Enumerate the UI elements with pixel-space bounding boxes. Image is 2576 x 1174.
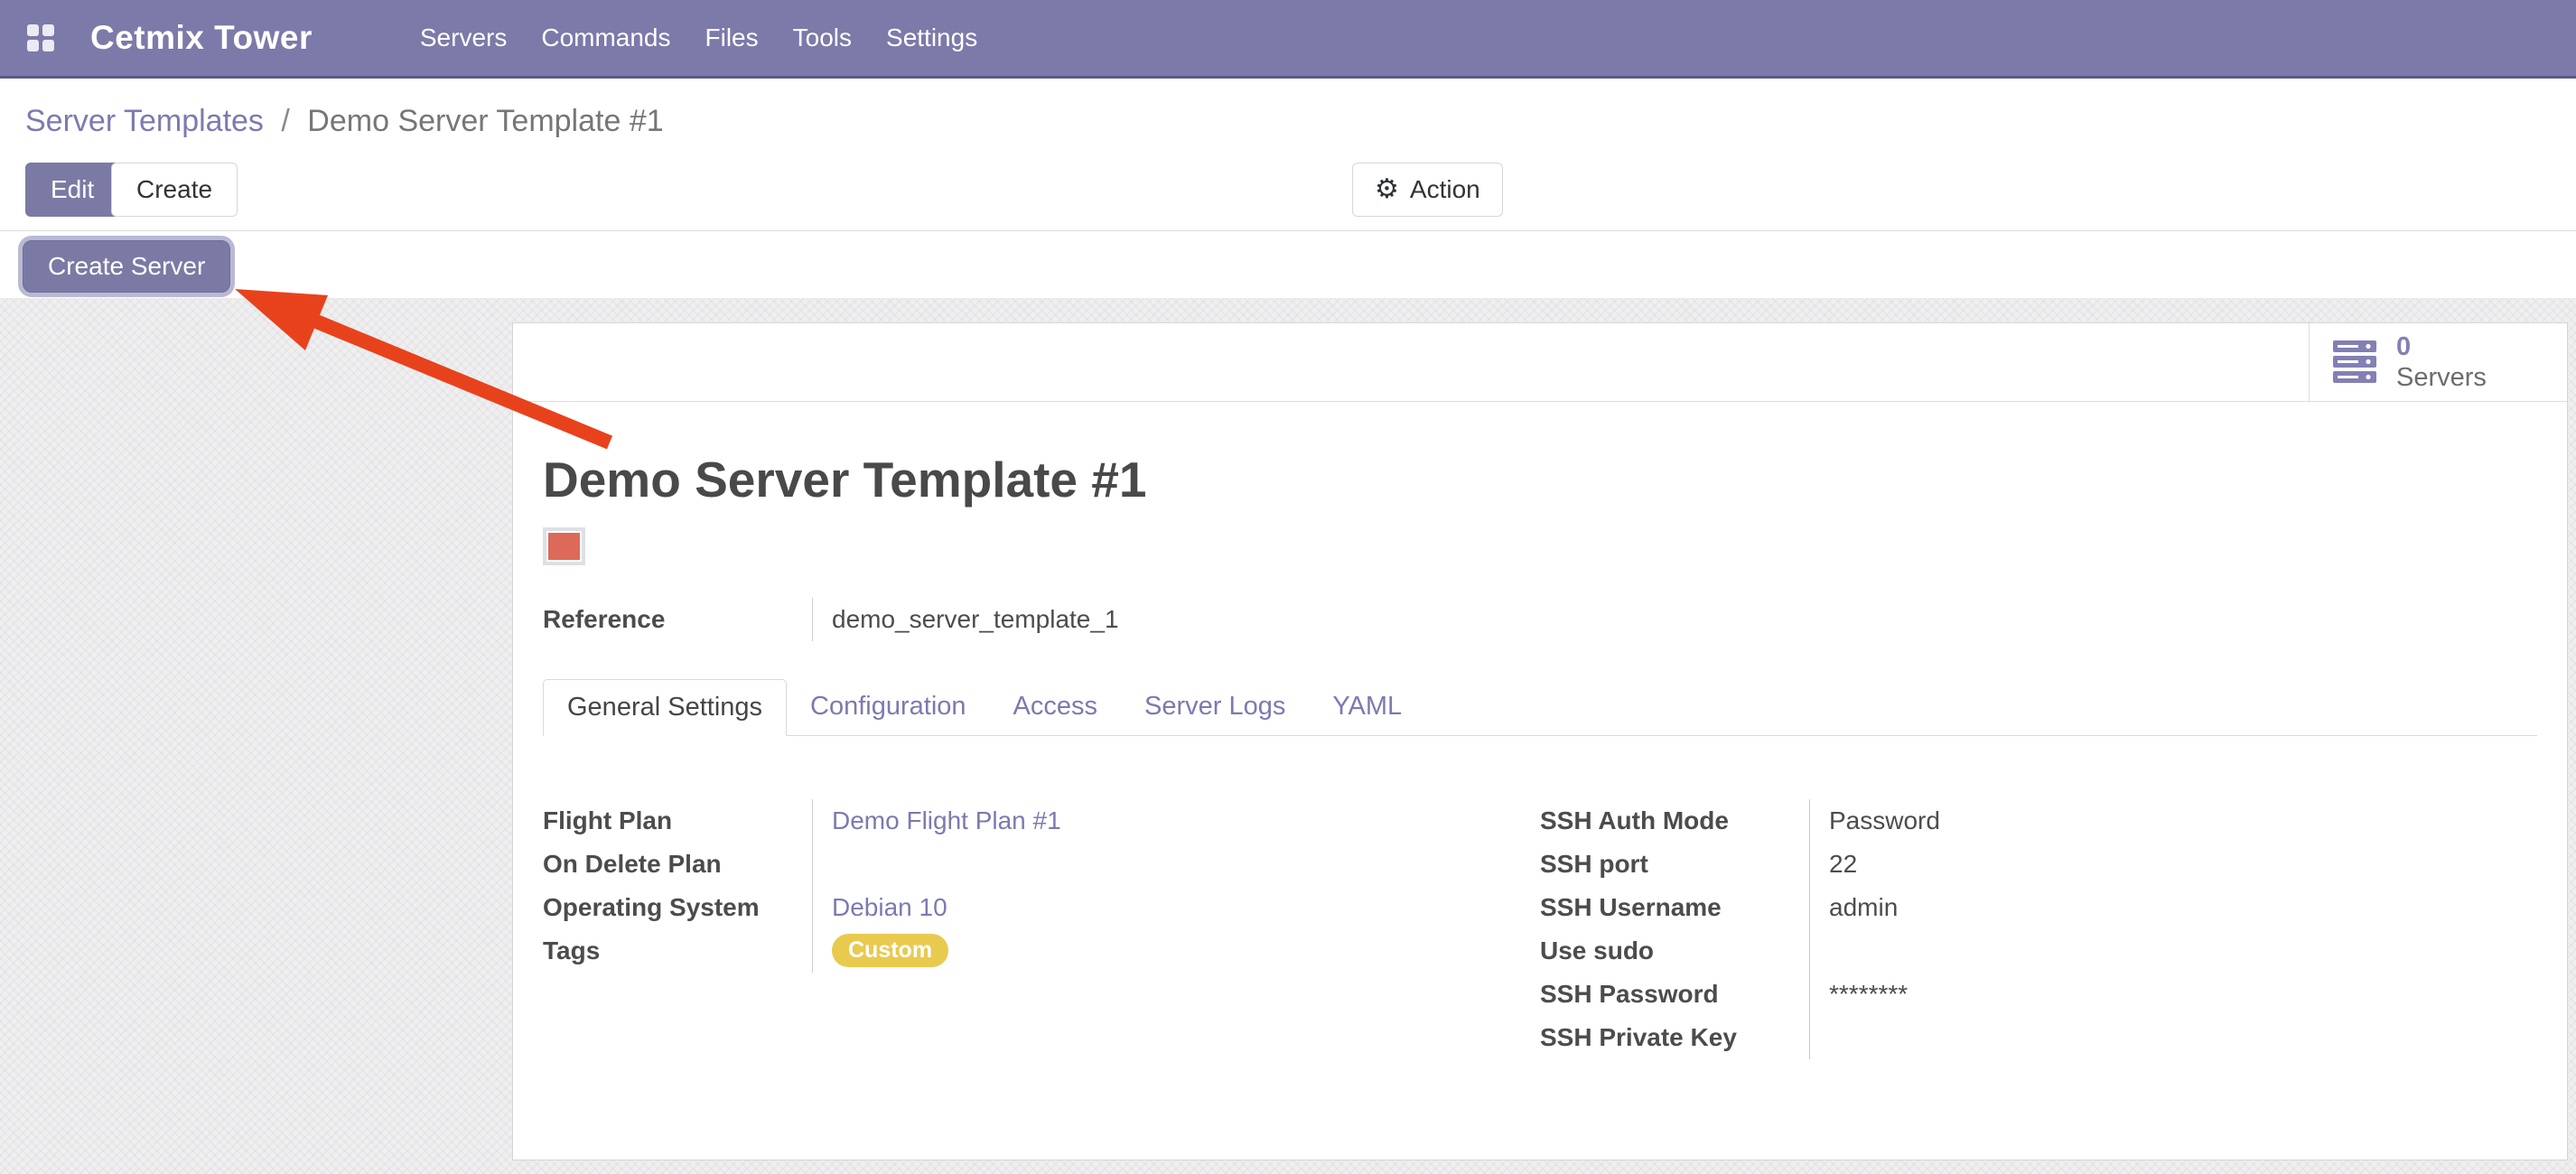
ssh-port-label: SSH port — [1540, 843, 1809, 886]
notebook-tabs: General Settings Configuration Access Se… — [543, 679, 2537, 736]
field-group-left: Flight Plan Demo Flight Plan #1 On Delet… — [543, 799, 1540, 1059]
operating-system-label: Operating System — [543, 886, 812, 929]
tab-yaml[interactable]: YAML — [1309, 679, 1425, 735]
record-color-swatch-fill — [548, 533, 580, 560]
field-row-ssh-private-key: SSH Private Key — [1540, 1016, 2537, 1059]
menu-servers[interactable]: Servers — [403, 0, 524, 76]
ssh-username-label: SSH Username — [1540, 886, 1809, 929]
create-button[interactable]: Create — [111, 163, 238, 217]
form-card-header: 0 Servers — [513, 323, 2567, 402]
field-row-ssh-password: SSH Password ******** — [1540, 973, 2537, 1016]
field-row-ssh-auth-mode: SSH Auth Mode Password — [1540, 799, 2537, 843]
top-navbar: Cetmix Tower Servers Commands Files Tool… — [0, 0, 2576, 79]
edit-button[interactable]: Edit — [25, 163, 119, 217]
field-row-operating-system: Operating System Debian 10 — [543, 886, 1540, 929]
servers-count: 0 — [2396, 331, 2487, 362]
field-row-ssh-username: SSH Username admin — [1540, 886, 2537, 929]
reference-field-row: Reference demo_server_template_1 — [543, 598, 2537, 641]
field-row-on-delete-plan: On Delete Plan — [543, 843, 1540, 886]
ssh-username-value: admin — [1809, 886, 2537, 929]
flight-plan-label: Flight Plan — [543, 799, 812, 843]
apps-grid-icon[interactable] — [27, 24, 54, 51]
tab-access[interactable]: Access — [990, 679, 1121, 735]
ssh-password-value: ******** — [1809, 973, 2537, 1016]
field-row-tags: Tags Custom — [543, 929, 1540, 973]
stat-texts: 0 Servers — [2396, 331, 2487, 393]
operating-system-value-link[interactable]: Debian 10 — [832, 893, 947, 922]
breadcrumb-current-record: Demo Server Template #1 — [307, 104, 663, 138]
ssh-auth-mode-value: Password — [1809, 799, 2537, 843]
menu-tools[interactable]: Tools — [776, 0, 869, 76]
on-delete-plan-value — [812, 843, 1540, 886]
servers-stack-icon — [2333, 340, 2378, 384]
brand-title[interactable]: Cetmix Tower — [90, 19, 313, 57]
record-title: Demo Server Template #1 — [543, 452, 2537, 508]
breadcrumb: Server Templates / Demo Server Template … — [25, 104, 664, 139]
field-row-use-sudo: Use sudo — [1540, 929, 2537, 973]
field-group-right: SSH Auth Mode Password SSH port 22 SSH U… — [1540, 799, 2537, 1059]
menu-files[interactable]: Files — [688, 0, 776, 76]
flight-plan-value-link[interactable]: Demo Flight Plan #1 — [832, 806, 1061, 835]
general-settings-fields: Flight Plan Demo Flight Plan #1 On Delet… — [543, 799, 2537, 1059]
action-button[interactable]: ⚙ Action — [1352, 163, 1503, 217]
ssh-private-key-value — [1809, 1016, 2537, 1059]
record-color-swatch — [543, 527, 585, 565]
servers-count-label: Servers — [2396, 362, 2487, 393]
field-row-flight-plan: Flight Plan Demo Flight Plan #1 — [543, 799, 1540, 843]
reference-value: demo_server_template_1 — [812, 598, 2537, 641]
navbar-menu: Servers Commands Files Tools Settings — [403, 0, 994, 76]
menu-commands[interactable]: Commands — [524, 0, 687, 76]
ssh-port-value: 22 — [1809, 843, 2537, 886]
create-server-button[interactable]: Create Server — [23, 240, 230, 293]
breadcrumb-server-templates[interactable]: Server Templates — [25, 104, 264, 138]
form-card: 0 Servers Demo Server Template #1 Refere… — [512, 322, 2568, 1160]
field-row-ssh-port: SSH port 22 — [1540, 843, 2537, 886]
tab-general-settings[interactable]: General Settings — [543, 679, 787, 736]
tags-label: Tags — [543, 929, 812, 973]
ssh-auth-mode-label: SSH Auth Mode — [1540, 799, 1809, 843]
ssh-password-label: SSH Password — [1540, 973, 1809, 1016]
reference-label: Reference — [543, 598, 812, 641]
use-sudo-label: Use sudo — [1540, 929, 1809, 973]
action-button-label: Action — [1410, 175, 1480, 204]
gear-icon: ⚙ — [1375, 176, 1399, 203]
use-sudo-value — [1809, 929, 2537, 973]
tab-configuration[interactable]: Configuration — [787, 679, 990, 735]
servers-stat-button[interactable]: 0 Servers — [2309, 323, 2567, 401]
form-sheet: Demo Server Template #1 Reference demo_s… — [513, 452, 2567, 1059]
tag-badge-custom: Custom — [832, 934, 948, 967]
on-delete-plan-label: On Delete Plan — [543, 843, 812, 886]
menu-settings[interactable]: Settings — [869, 0, 994, 76]
tab-server-logs[interactable]: Server Logs — [1121, 679, 1309, 735]
record-actions-bar: Create Server — [0, 232, 2576, 298]
main-content-area: 0 Servers Demo Server Template #1 Refere… — [0, 298, 2576, 1174]
control-panel: Server Templates / Demo Server Template … — [0, 79, 2576, 231]
ssh-private-key-label: SSH Private Key — [1540, 1016, 1809, 1059]
breadcrumb-separator: / — [281, 104, 289, 138]
